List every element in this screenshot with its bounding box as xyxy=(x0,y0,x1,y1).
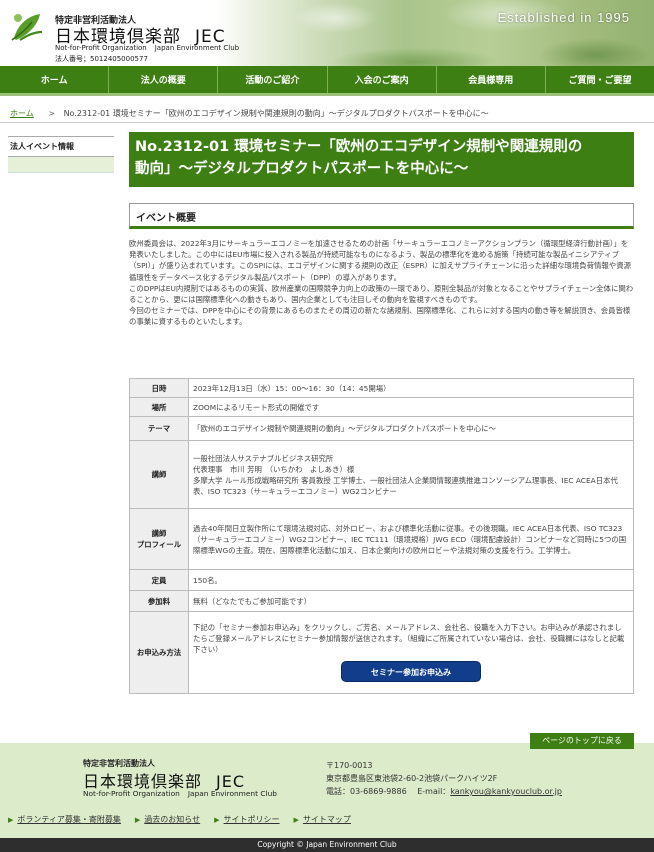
nav-members-only[interactable]: 会員様専用 xyxy=(437,66,546,93)
breadcrumb-current: No.2312-01 環境セミナー「欧州のエコデザイン規制や関連規則の動向」～デ… xyxy=(63,109,489,118)
speaker-affiliation: 一般社団法人サステナブルビジネス研究所 xyxy=(193,453,334,463)
site-header: 特定非営利活動法人 日本環境倶楽部 JEC Not-for-Profit Orga… xyxy=(0,0,654,66)
nav-contact[interactable]: ご質問・ご要望 xyxy=(546,66,654,93)
main-nav: ホーム 法人の概要 活動のご紹介 入会のご案内 会員様専用 ご質問・ご要望 xyxy=(0,66,654,93)
table-row-profile: 講師 プロフィール 過去40年間日立製作所にて環境法規対応、対外ロビー、および標… xyxy=(129,508,634,570)
fee-label: 参加料 xyxy=(129,590,189,612)
footer-link-sitemap-label: サイトマップ xyxy=(302,815,351,824)
footer-address-block: 〒170-0013 東京都豊島区東池袋2-60-2池袋パークハイツ2F 電話：0… xyxy=(326,759,562,798)
site-footer: 特定非営利活動法人 日本環境倶楽部 JEC Not-for-Profit Orga… xyxy=(0,743,654,838)
sidebar: 法人イベント情報 xyxy=(8,136,114,173)
nav-activities[interactable]: 活動のご紹介 xyxy=(218,66,328,93)
arrow-right-icon: ▶ xyxy=(8,815,14,824)
date-value: 2023年12月13日（水）15：00～16：30（14：45開場） xyxy=(188,378,634,398)
capacity-value: 150名。 xyxy=(188,569,634,591)
table-row-capacity: 定員 150名。 xyxy=(129,569,634,591)
seminar-apply-button[interactable]: セミナー参加お申込み xyxy=(341,660,481,682)
footer-postal: 〒170-0013 xyxy=(326,761,373,770)
footer-link-site-policy-label: サイトポリシー xyxy=(223,815,280,824)
footer-email-label: E-mail： xyxy=(417,787,451,796)
footer-link-past-news-label: 過去のお知らせ xyxy=(144,815,201,824)
footer-email-link[interactable]: kankyou@kankyouclub.or.jp xyxy=(450,787,562,796)
nav-membership[interactable]: 入会のご案内 xyxy=(328,66,437,93)
nav-underline xyxy=(0,93,654,96)
intro-paragraph-3: 今回のセミナーでは、DPPを中心にその背景にあるものまたその周辺の新たな諸規制、… xyxy=(129,306,631,327)
back-to-top-button[interactable]: ページのトップに戻る xyxy=(530,733,634,749)
footer-org-name-en-1: Not-for-Profit Organization xyxy=(83,789,180,798)
arrow-right-icon: ▶ xyxy=(293,815,299,824)
org-name-en-2: Japan Environment Club xyxy=(154,44,240,52)
speaker-label: 講師 xyxy=(129,440,189,509)
org-name-en-1: Not-for-Profit Organization xyxy=(55,44,147,52)
arrow-right-icon: ▶ xyxy=(214,815,220,824)
established-label: Established in 1995 xyxy=(497,10,630,25)
intro-paragraph-2: このDPPはEU内規制ではあるものの実質、欧州産業の国際競争力向上の政策の一環で… xyxy=(129,283,634,305)
org-name-en: Not-for-Profit Organization Japan Environ… xyxy=(55,44,239,52)
arrow-right-icon: ▶ xyxy=(134,815,141,824)
leaf-logo-icon[interactable] xyxy=(10,10,44,44)
breadcrumb-divider xyxy=(0,122,654,123)
breadcrumb-separator: > xyxy=(48,109,56,118)
speaker-value: 一般社団法人サステナブルビジネス研究所 代表理事 市川 芳明 （いちかわ よしあ… xyxy=(188,440,634,509)
footer-link-site-policy[interactable]: ▶ サイトポリシー xyxy=(214,814,279,825)
event-info-table: 日時 2023年12月13日（水）15：00～16：30（14：45開場） 場所… xyxy=(129,378,634,694)
footer-link-volunteer[interactable]: ▶ ボランティア募集・寄附募集 xyxy=(8,814,121,825)
capacity-label: 定員 xyxy=(129,569,189,591)
breadcrumb: ホーム > No.2312-01 環境セミナー「欧州のエコデザイン規制や関連規則… xyxy=(10,108,489,119)
page-title-line-2: 動向」～デジタルプロダクトパスポートを中心に～ xyxy=(135,161,469,177)
footer-address: 東京都豊島区東池袋2-60-2池袋パークハイツ2F xyxy=(326,774,498,783)
table-row-apply: お申込み方法 下記の「セミナー参加お申込み」をクリックし、ご芳名、メールアドレス… xyxy=(129,611,634,694)
footer-org-name-en-2: Japan Environment Club xyxy=(187,789,277,798)
apply-value: 下記の「セミナー参加お申込み」をクリックし、ご芳名、メールアドレス、会社名、役職… xyxy=(188,611,634,694)
footer-org-name-en: Not-for-Profit Organization Japan Environ… xyxy=(83,789,277,798)
theme-value: 「欧州のエコデザイン規制や関連規則の動向」～デジタルプロダクトパスポートを中心に… xyxy=(188,416,634,441)
footer-link-sitemap[interactable]: ▶ サイトマップ xyxy=(294,814,351,825)
profile-label-line-1: 講師 xyxy=(151,529,167,538)
breadcrumb-home-link[interactable]: ホーム xyxy=(10,109,34,118)
sidebar-item-events[interactable]: 法人イベント情報 xyxy=(8,136,114,157)
footer-link-past-news[interactable]: ▶ 過去のお知らせ xyxy=(135,814,200,825)
place-value: ZOOMによるリモート形式の開催です xyxy=(188,397,634,417)
footer-tel: 電話：03-6869-9886 xyxy=(326,787,407,796)
speaker-titles: 多摩大学 ルール形成戦略研究所 客員教授 工学博士、一般社団法人企業間情報連携推… xyxy=(193,475,618,496)
copyright: Copyright © Japan Environment Club xyxy=(0,838,654,852)
theme-label: テーマ xyxy=(129,416,189,441)
fee-value: 無料（どなたでもご参加可能です） xyxy=(188,590,634,612)
sidebar-spacer xyxy=(8,157,114,173)
nav-home[interactable]: ホーム xyxy=(0,66,110,93)
page-title: No.2312-01 環境セミナー「欧州のエコデザイン規制や関連規則の 動向」～… xyxy=(129,132,634,187)
table-row-fee: 参加料 無料（どなたでもご参加可能です） xyxy=(129,590,634,612)
apply-label: お申込み方法 xyxy=(129,611,189,694)
place-label: 場所 xyxy=(129,397,189,417)
intro-paragraph-1: 欧州委員会は、2022年3月にサーキュラーエコノミーを加速させるための計画「サー… xyxy=(129,239,631,282)
footer-link-volunteer-label: ボランティア募集・寄附募集 xyxy=(17,815,121,824)
table-row-speaker: 講師 一般社団法人サステナブルビジネス研究所 代表理事 市川 芳明 （いちかわ … xyxy=(129,440,634,509)
table-row-place: 場所 ZOOMによるリモート形式の開催です xyxy=(129,397,634,417)
nav-about[interactable]: 法人の概要 xyxy=(109,66,219,93)
speaker-name: 代表理事 市川 芳明 （いちかわ よしあき）様 xyxy=(193,464,355,474)
date-label: 日時 xyxy=(129,378,189,398)
table-row-date: 日時 2023年12月13日（水）15：00～16：30（14：45開場） xyxy=(129,378,634,398)
profile-label: 講師 プロフィール xyxy=(129,508,189,570)
footer-links: ▶ ボランティア募集・寄附募集 ▶ 過去のお知らせ ▶ サイトポリシー ▶ サイトマップ xyxy=(8,814,365,825)
event-description: 欧州委員会は、2022年3月にサーキュラーエコノミーを加速させるための計画「サー… xyxy=(129,238,634,328)
profile-label-line-2: プロフィール xyxy=(136,540,182,549)
corp-number: 法人番号；5012405000577 xyxy=(55,55,148,63)
apply-instructions: 下記の「セミナー参加お申込み」をクリックし、ご芳名、メールアドレス、会社名、役職… xyxy=(193,622,625,654)
profile-value: 過去40年間日立製作所にて環境法規対応、対外ロビー、および標準化活動に従事。その… xyxy=(188,508,634,570)
page-title-line-1: No.2312-01 環境セミナー「欧州のエコデザイン規制や関連規則の xyxy=(135,139,583,155)
table-row-theme: テーマ 「欧州のエコデザイン規制や関連規則の動向」～デジタルプロダクトパスポート… xyxy=(129,416,634,441)
footer-contact-line: 電話：03-6869-9886 E-mail：kankyou@kankyoucl… xyxy=(326,785,562,798)
section-heading: イベント概要 xyxy=(129,203,634,229)
